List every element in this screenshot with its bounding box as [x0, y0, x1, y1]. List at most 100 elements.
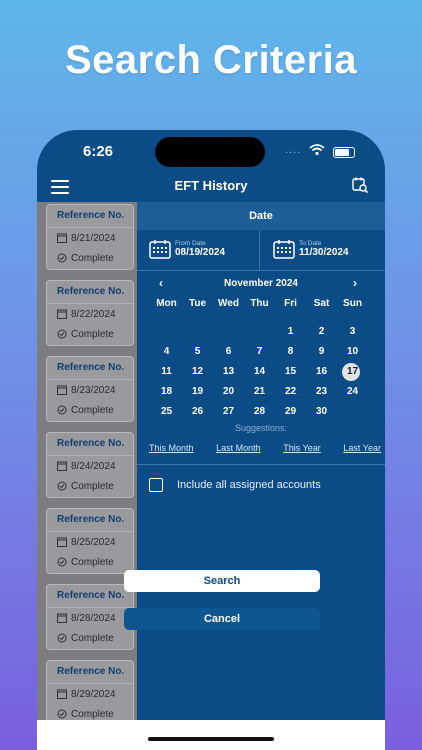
search-button[interactable]: Search	[124, 570, 320, 592]
calendar-day	[151, 322, 182, 342]
calendar-day[interactable]: 13	[213, 362, 244, 382]
to-date-field[interactable]: To Date 11/30/2024	[273, 239, 349, 259]
status-row: Complete	[47, 248, 133, 268]
calendar-day[interactable]: 8	[275, 342, 306, 362]
calendar-day[interactable]: 29	[275, 402, 306, 422]
calendar-day	[337, 402, 368, 422]
calendar-day[interactable]: 12	[182, 362, 213, 382]
calendar-day[interactable]: 28	[244, 402, 275, 422]
calendar-day[interactable]: 6	[213, 342, 244, 362]
nav-title: EFT History	[174, 178, 248, 193]
calendar-day[interactable]: 18	[151, 382, 182, 402]
item-date: 8/29/2024	[71, 688, 116, 700]
selected-day-number: 17	[346, 366, 359, 377]
calendar-day[interactable]: 30	[306, 402, 337, 422]
reference-label: Reference No.	[47, 357, 133, 380]
range-divider	[259, 230, 260, 270]
calendar-day[interactable]: 7	[244, 342, 275, 362]
calendar-day[interactable]: 19	[182, 382, 213, 402]
calendar-day[interactable]: 3	[337, 322, 368, 342]
calendar-day[interactable]: 15	[275, 362, 306, 382]
nav-bar: EFT History	[37, 174, 385, 202]
list-item[interactable]: Reference No. 8/21/2024 Complete	[46, 204, 134, 270]
weekday-label: Sun	[343, 298, 362, 309]
item-date: 8/22/2024	[71, 308, 116, 320]
suggestions-row: This Month Last Month This Year Last Yea…	[149, 443, 381, 453]
item-status: Complete	[71, 252, 114, 264]
cellular-signal-icon: ....	[285, 144, 302, 156]
calendar-day[interactable]: 24	[337, 382, 368, 402]
item-date: 8/25/2024	[71, 536, 116, 548]
include-accounts-checkbox[interactable]	[149, 478, 163, 492]
calendar-month-label: November 2024	[224, 278, 298, 289]
list-item[interactable]: Reference No. 8/29/2024 Complete	[46, 660, 134, 726]
calendar-day[interactable]: 21	[244, 382, 275, 402]
reference-label: Reference No.	[47, 433, 133, 456]
suggestion-last-month[interactable]: Last Month	[216, 443, 261, 453]
calendar-day[interactable]: 5	[182, 342, 213, 362]
calendar-icon	[57, 689, 67, 699]
status-row: Complete	[47, 628, 133, 648]
calendar-icon	[57, 385, 67, 395]
from-date-label: From Date	[175, 239, 206, 247]
calendar-grid: Mon Tue Wed Thu Fri Sat Sun 1 2 3 4 5 6	[151, 298, 381, 422]
calendar-icon	[273, 240, 295, 259]
from-date-field[interactable]: From Date 08/19/2024	[149, 239, 225, 259]
calendar-day[interactable]: 2	[306, 322, 337, 342]
item-status: Complete	[71, 708, 114, 720]
calendar-week: 25 26 27 28 29 30	[151, 402, 381, 422]
transaction-list: Reference No. 8/21/2024 Complete Referen…	[37, 202, 137, 750]
status-time: 6:26	[83, 143, 114, 160]
calendar-search-icon[interactable]	[351, 176, 369, 194]
calendar-day[interactable]: 23	[306, 382, 337, 402]
calendar-day[interactable]: 10	[337, 342, 368, 362]
date-range: From Date 08/19/2024 To Date 11/30/2024	[137, 230, 385, 271]
home-bar-area	[37, 720, 385, 750]
list-item[interactable]: Reference No. 8/23/2024 Complete	[46, 356, 134, 422]
item-status: Complete	[71, 556, 114, 568]
suggestion-this-year[interactable]: This Year	[283, 443, 321, 453]
list-item[interactable]: Reference No. 8/28/2024 Complete	[46, 584, 134, 650]
date-row: 8/28/2024	[47, 608, 133, 628]
calendar-day[interactable]: 14	[244, 362, 275, 382]
include-accounts-label: Include all assigned accounts	[177, 479, 321, 491]
calendar-day[interactable]: 25	[151, 402, 182, 422]
item-date: 8/23/2024	[71, 384, 116, 396]
calendar-day[interactable]: 4	[151, 342, 182, 362]
calendar-day	[182, 322, 213, 342]
complete-icon	[57, 481, 67, 491]
calendar-icon	[57, 461, 67, 471]
cancel-button[interactable]: Cancel	[124, 608, 320, 630]
calendar-day[interactable]: 1	[275, 322, 306, 342]
list-item[interactable]: Reference No. 8/25/2024 Complete	[46, 508, 134, 574]
calendar-day[interactable]: 20	[213, 382, 244, 402]
list-item[interactable]: Reference No. 8/22/2024 Complete	[46, 280, 134, 346]
calendar-day[interactable]: 16	[306, 362, 337, 382]
include-accounts-row[interactable]: Include all assigned accounts	[149, 478, 321, 492]
reference-label: Reference No.	[47, 661, 133, 684]
calendar-week: 1 2 3	[151, 322, 381, 342]
phone-frame: 6:26 .... EFT History Reference No. 8/21…	[37, 130, 385, 750]
weekday-label: Mon	[156, 298, 177, 309]
suggestions-label: Suggestions:	[234, 423, 288, 433]
suggestion-this-month[interactable]: This Month	[149, 443, 194, 453]
calendar-day[interactable]: 22	[275, 382, 306, 402]
calendar-day[interactable]: 9	[306, 342, 337, 362]
page-headline: Search Criteria	[64, 38, 358, 82]
suggestion-last-year[interactable]: Last Year	[343, 443, 381, 453]
date-section-header: Date	[137, 202, 385, 230]
section-divider	[137, 464, 385, 465]
complete-icon	[57, 253, 67, 263]
reference-label: Reference No.	[47, 585, 133, 608]
calendar-day-selected[interactable]: 17	[337, 362, 368, 382]
item-date: 8/24/2024	[71, 460, 116, 472]
home-indicator[interactable]	[148, 737, 274, 741]
calendar-day[interactable]: 26	[182, 402, 213, 422]
complete-icon	[57, 557, 67, 567]
next-month-icon[interactable]: ›	[353, 276, 357, 290]
calendar-day[interactable]: 11	[151, 362, 182, 382]
wifi-icon	[309, 143, 325, 161]
calendar-day[interactable]: 27	[213, 402, 244, 422]
calendar-header: ‹ November 2024 ›	[137, 276, 385, 292]
list-item[interactable]: Reference No. 8/24/2024 Complete	[46, 432, 134, 498]
